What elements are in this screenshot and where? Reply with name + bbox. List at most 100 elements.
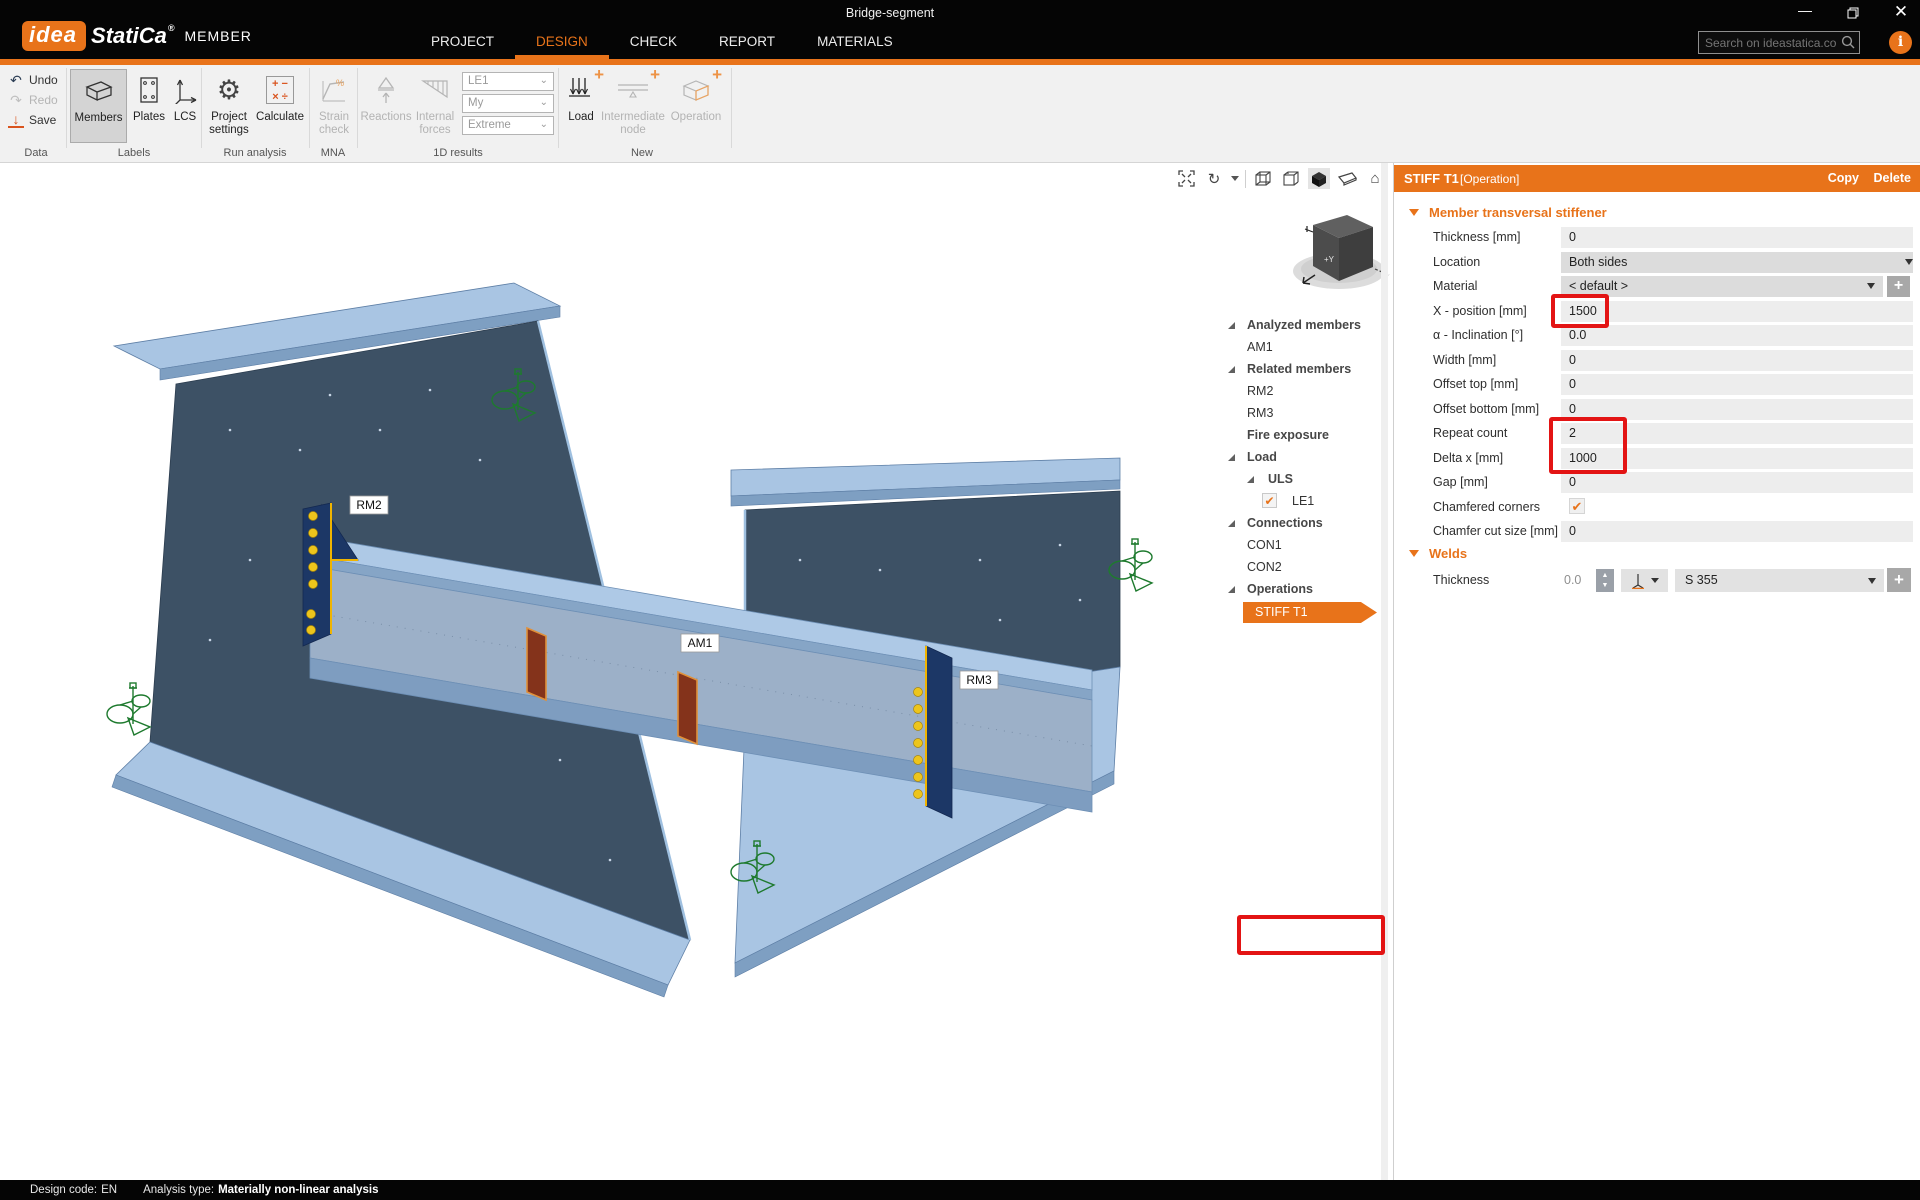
- plates-button[interactable]: Plates: [128, 69, 170, 143]
- welds-section-header[interactable]: Welds: [1409, 546, 1467, 561]
- plates-icon: [139, 72, 159, 108]
- load-case-dropdown[interactable]: LE1⌄: [462, 72, 554, 91]
- rotate-view-icon[interactable]: ↻: [1203, 168, 1225, 189]
- copy-button[interactable]: Copy: [1828, 171, 1859, 185]
- stiffener-section-header[interactable]: Member transversal stiffener: [1409, 205, 1607, 220]
- member-label-rm2: RM2: [350, 496, 388, 514]
- rotate-dropdown-chevron[interactable]: [1231, 176, 1239, 181]
- redo-icon: ↷: [8, 92, 24, 109]
- weld-material-dropdown[interactable]: S 355: [1675, 569, 1884, 592]
- add-weld-material-button[interactable]: +: [1887, 568, 1911, 592]
- dropdown-chevron-icon[interactable]: [1905, 259, 1913, 265]
- internal-forces-button[interactable]: Internal forces: [410, 69, 460, 143]
- tree-expander-icon[interactable]: [1228, 454, 1235, 461]
- property-row: α - Inclination [°] 0.0 + ✔: [1394, 324, 1920, 349]
- tab-design[interactable]: DESIGN: [515, 28, 609, 59]
- member-label-am1: AM1: [681, 634, 719, 652]
- tab-report[interactable]: REPORT: [698, 28, 796, 59]
- model-tree: ✔ Analyzed members ✔ AM1 ✔ Related membe…: [1210, 314, 1385, 622]
- solid-cube-icon[interactable]: [1308, 168, 1330, 189]
- result-component-dropdown[interactable]: My⌄: [462, 94, 554, 113]
- property-value-field[interactable]: < default >: [1561, 276, 1883, 297]
- property-value-field[interactable]: 0: [1561, 374, 1913, 395]
- checkbox-checked-icon[interactable]: ✔: [1262, 493, 1277, 508]
- product-name: MEMBER: [184, 28, 251, 44]
- dropdown-chevron-icon[interactable]: [1867, 283, 1875, 289]
- close-button[interactable]: ✕: [1884, 0, 1918, 26]
- section-collapse-icon[interactable]: [1409, 550, 1419, 557]
- fit-view-icon[interactable]: [1175, 168, 1197, 189]
- tab-check[interactable]: CHECK: [609, 28, 698, 59]
- tree-expander-icon[interactable]: [1228, 322, 1235, 329]
- tree-item[interactable]: ✔ Connections: [1210, 512, 1385, 534]
- property-value-field[interactable]: 1500: [1561, 301, 1913, 322]
- stiffener-properties: Thickness [mm] 0 + ✔ Location Both sides…: [1394, 226, 1920, 545]
- property-value-field[interactable]: 0.0: [1561, 325, 1913, 346]
- extreme-dropdown[interactable]: Extreme⌄: [462, 116, 554, 135]
- property-value-field[interactable]: 0: [1561, 472, 1913, 493]
- tree-expander-icon[interactable]: [1228, 520, 1235, 527]
- lcs-button[interactable]: LCS: [171, 69, 199, 143]
- strain-check-button[interactable]: % Strain check: [312, 69, 356, 143]
- tree-item[interactable]: ✔ RM3: [1210, 402, 1385, 424]
- property-value-field[interactable]: 2: [1561, 423, 1913, 444]
- minimize-button[interactable]: —: [1788, 0, 1822, 26]
- checkbox-checked-icon[interactable]: ✔: [1569, 498, 1585, 514]
- restore-button[interactable]: [1836, 0, 1870, 26]
- tree-item[interactable]: ✔ RM2: [1210, 380, 1385, 402]
- property-value-field[interactable]: 0: [1561, 521, 1913, 542]
- tab-project[interactable]: PROJECT: [410, 28, 515, 59]
- idea-logo-badge: idea: [22, 21, 86, 51]
- tree-expander-icon[interactable]: [1247, 476, 1254, 483]
- dropdown-chevron-icon: [1868, 578, 1876, 584]
- tree-item[interactable]: ✔ LE1: [1210, 490, 1385, 512]
- load-button[interactable]: + Load: [562, 69, 600, 143]
- intermediate-node-button[interactable]: + Intermediate node: [601, 69, 665, 143]
- info-button[interactable]: i: [1889, 31, 1912, 54]
- tree-expander-icon[interactable]: [1228, 366, 1235, 373]
- tree-item[interactable]: ✔ Operations: [1210, 578, 1385, 600]
- tree-item[interactable]: ✔ ULS: [1210, 468, 1385, 490]
- tree-item[interactable]: ✔ Load: [1210, 446, 1385, 468]
- save-button[interactable]: ↓ Save: [8, 111, 56, 129]
- property-value-field[interactable]: 0: [1561, 350, 1913, 371]
- weld-thickness-value[interactable]: 0.0: [1564, 573, 1581, 587]
- property-value-field[interactable]: 0: [1561, 227, 1913, 248]
- tree-item[interactable]: ✔ AM1: [1210, 336, 1385, 358]
- section-collapse-icon[interactable]: [1409, 209, 1419, 216]
- property-value-field[interactable]: Both sides: [1561, 252, 1913, 273]
- tree-item[interactable]: ✔ CON1: [1210, 534, 1385, 556]
- gear-icon: ⚙: [217, 72, 241, 108]
- toolbar-separator: [1245, 170, 1246, 188]
- hidden-lines-cube-icon[interactable]: [1280, 168, 1302, 189]
- property-value-field[interactable]: 0: [1561, 399, 1913, 420]
- search-input[interactable]: [1698, 31, 1860, 54]
- tree-item[interactable]: ✔ Related members: [1210, 358, 1385, 380]
- tree-item[interactable]: ✔ Analyzed members: [1210, 314, 1385, 336]
- property-row: Material < default > + ✔: [1394, 275, 1920, 300]
- tree-item[interactable]: ✔ STIFF T1: [1210, 600, 1385, 622]
- tree-item[interactable]: ✔ CON2: [1210, 556, 1385, 578]
- viewport-3d[interactable]: RM2 AM1 RM3 ↻: [0, 163, 1391, 1180]
- wireframe-cube-icon[interactable]: [1252, 168, 1274, 189]
- weld-type-dropdown[interactable]: [1621, 569, 1668, 592]
- property-value-field[interactable]: 1000: [1561, 448, 1913, 469]
- members-button[interactable]: Members: [70, 69, 127, 143]
- delete-button[interactable]: Delete: [1873, 171, 1911, 185]
- navigation-cube[interactable]: +Y: [1283, 205, 1395, 305]
- weld-thickness-stepper[interactable]: ▲▼: [1596, 569, 1614, 592]
- operation-button[interactable]: + Operation: [666, 69, 726, 143]
- undo-button[interactable]: ↶ Undo: [8, 71, 58, 89]
- property-row: X - position [mm] 1500 + ✔: [1394, 300, 1920, 325]
- tab-materials[interactable]: MATERIALS: [796, 28, 914, 59]
- ribbon: ↶ Undo ↷ Redo ↓ Save Members Plates: [0, 65, 1920, 163]
- reactions-button[interactable]: Reactions: [362, 69, 410, 143]
- clip-view-icon[interactable]: [1336, 168, 1358, 189]
- tree-expander-icon[interactable]: [1228, 586, 1235, 593]
- tree-item[interactable]: ✔ Fire exposure: [1210, 424, 1385, 446]
- calculate-button[interactable]: + −× ÷ Calculate: [254, 69, 306, 143]
- project-settings-button[interactable]: ⚙ Project settings: [205, 69, 253, 143]
- tree-scrollbar[interactable]: [1381, 163, 1388, 1180]
- redo-button[interactable]: ↷ Redo: [8, 91, 58, 109]
- add-material-button[interactable]: +: [1887, 276, 1910, 297]
